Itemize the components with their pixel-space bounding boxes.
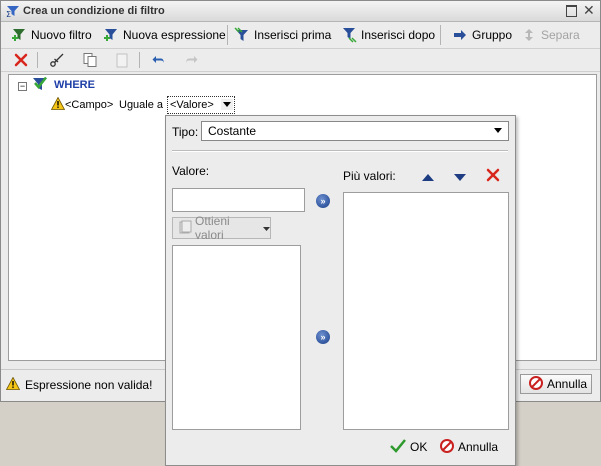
cancel-icon: [529, 375, 543, 393]
toolbar-separator: [37, 52, 38, 68]
new-filter-button[interactable]: Nuovo filtro: [11, 25, 92, 45]
type-value: Costante: [208, 124, 257, 138]
filter-app-icon: Σ: [6, 4, 20, 19]
insert-after-icon: [341, 27, 357, 43]
new-expression-button[interactable]: Nuova espressione: [103, 25, 226, 45]
title-bar: Σ Crea un condizione di filtro ✕: [1, 1, 600, 22]
cut-icon[interactable]: [49, 52, 65, 68]
multiple-values-list[interactable]: [343, 192, 509, 430]
insert-after-button[interactable]: Inserisci dopo: [341, 25, 435, 45]
redo-icon[interactable]: [183, 52, 199, 68]
insert-before-button[interactable]: Inserisci prima: [234, 25, 331, 45]
edit-toolbar: [1, 49, 600, 72]
new-expression-label: Nuova espressione: [123, 28, 226, 42]
separate-label: Separa: [541, 28, 580, 42]
move-up-icon[interactable]: [422, 171, 434, 181]
get-values-label: Ottieni valori: [195, 214, 230, 242]
close-icon[interactable]: ✕: [583, 2, 595, 18]
warning-icon: [5, 376, 21, 390]
status-message: Espressione non valida!: [25, 378, 153, 392]
svg-text:Σ: Σ: [6, 10, 11, 18]
cancel-label: Annulla: [547, 377, 588, 391]
insert-before-label: Inserisci prima: [254, 28, 332, 42]
value-editor-popup: Tipo: Costante Valore: » Ottieni valori …: [165, 115, 516, 466]
condition-value: <Valore>: [170, 99, 214, 111]
cancel-button[interactable]: Annulla: [520, 374, 592, 394]
group-button[interactable]: Gruppo: [452, 25, 512, 45]
toolbar-separator: [227, 25, 228, 45]
group-label: Gruppo: [472, 28, 513, 42]
toolbar-separator: [440, 25, 441, 45]
caret-down-icon: [263, 221, 270, 235]
add-value-button[interactable]: »: [316, 194, 330, 208]
value-label: Valore:: [172, 164, 210, 178]
toolbar-separator: [139, 52, 140, 68]
condition-value-dropdown[interactable]: <Valore>: [167, 96, 235, 114]
type-label: Tipo:: [172, 125, 199, 139]
ok-label: OK: [410, 440, 428, 454]
chevron-down-icon[interactable]: [221, 99, 233, 110]
add-selected-button[interactable]: »: [316, 330, 330, 344]
insert-after-label: Inserisci dopo: [361, 28, 436, 42]
insert-before-icon: [234, 27, 250, 43]
chevron-down-icon[interactable]: [492, 125, 504, 136]
type-select[interactable]: Costante: [201, 121, 509, 141]
expression-plus-icon: [103, 27, 119, 43]
copy-icon[interactable]: [82, 52, 98, 68]
popup-cancel-label: Annulla: [458, 440, 499, 454]
divider: [172, 150, 508, 152]
paste-icon[interactable]: [114, 52, 130, 68]
delete-icon[interactable]: [13, 52, 29, 68]
popup-cancel-button[interactable]: Annulla: [440, 436, 498, 458]
where-funnel-icon: [32, 76, 48, 92]
check-icon: [390, 438, 406, 456]
where-node[interactable]: WHERE: [54, 79, 95, 91]
undo-icon[interactable]: [151, 52, 167, 68]
move-down-icon[interactable]: [454, 171, 466, 181]
main-toolbar: Nuovo filtro Nuova espressione Inserisci…: [1, 22, 600, 49]
warning-icon: [50, 96, 66, 110]
values-list[interactable]: [172, 245, 301, 430]
funnel-plus-icon: [11, 27, 27, 43]
collapse-toggle[interactable]: −: [18, 82, 27, 91]
remove-icon[interactable]: [486, 168, 500, 182]
separate-arrow-icon: [521, 27, 537, 43]
cancel-icon: [440, 438, 454, 456]
multiple-values-label: Più valori:: [343, 169, 396, 183]
group-arrow-icon: [452, 27, 468, 43]
get-values-icon: [178, 220, 192, 237]
ok-button[interactable]: OK: [390, 436, 427, 458]
separate-button[interactable]: Separa: [521, 25, 580, 45]
value-input[interactable]: [172, 188, 305, 212]
get-values-button[interactable]: Ottieni valori: [172, 214, 271, 242]
new-filter-label: Nuovo filtro: [31, 28, 92, 42]
condition-operator[interactable]: Uguale a: [119, 99, 163, 111]
maximize-icon[interactable]: [566, 5, 577, 17]
condition-field[interactable]: <Campo>: [65, 99, 113, 111]
window-title: Crea un condizione di filtro: [23, 5, 165, 17]
